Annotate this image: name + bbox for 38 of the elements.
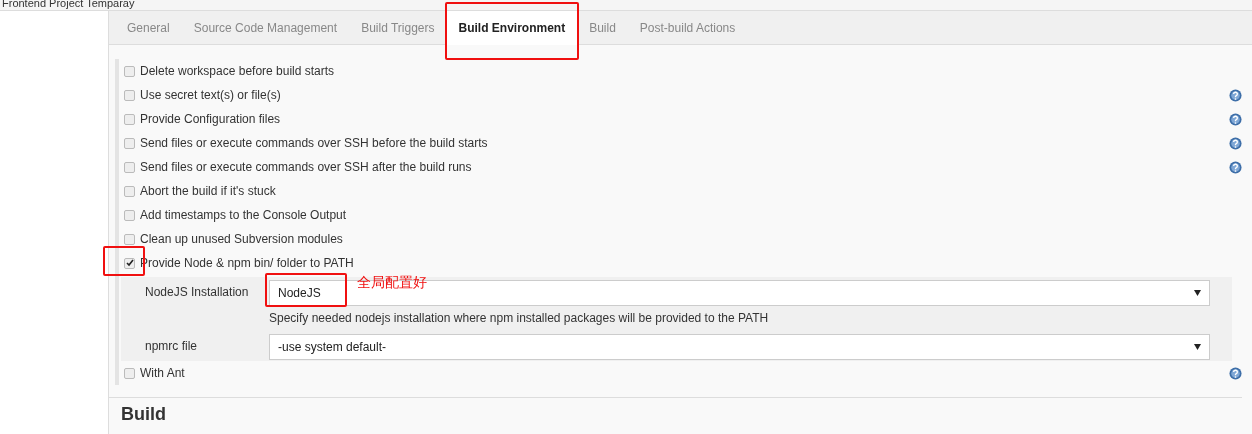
help-icon[interactable] [1229, 160, 1242, 174]
option-label: Abort the build if it's stuck [140, 184, 277, 198]
tab[interactable]: Build [577, 11, 628, 44]
dropdown[interactable]: -use system default- [269, 334, 1210, 360]
checkbox[interactable] [124, 89, 135, 101]
field-label: npmrc file [144, 338, 198, 355]
checkbox[interactable] [124, 65, 135, 77]
checkbox[interactable] [124, 367, 135, 379]
checkbox[interactable] [124, 137, 135, 149]
checkbox[interactable] [124, 113, 135, 125]
field-label: NodeJS Installation [144, 284, 250, 301]
option-label: Send files or execute commands over SSH before the build starts [140, 136, 489, 150]
option-label: Provide Configuration files [140, 112, 282, 126]
tab[interactable]: Post-build Actions [627, 11, 748, 44]
breadcrumb[interactable]: Frontend Project Temparay [2, 0, 135, 9]
help-icon[interactable] [1229, 88, 1242, 102]
checkbox[interactable] [124, 209, 135, 221]
checkbox[interactable] [124, 161, 135, 173]
tab[interactable]: Source Code Management [181, 11, 350, 44]
help-icon[interactable] [1229, 136, 1242, 150]
field-description: Specify needed nodejs installation where npm installed packages will be provided to the PATH [269, 310, 770, 327]
help-icon[interactable] [1229, 112, 1242, 126]
checkbox[interactable] [124, 185, 135, 197]
caret-icon [1194, 344, 1201, 350]
option-label: With Ant [140, 366, 186, 380]
tab[interactable]: General [115, 11, 182, 44]
option-label: Use secret text(s) or file(s) [140, 88, 282, 102]
option-label: Add timestamps to the Console Output [140, 208, 348, 222]
tab[interactable]: Build Triggers [349, 11, 447, 44]
checkbox[interactable] [124, 233, 135, 245]
option-label: Send files or execute commands over SSH after the build runs [140, 160, 473, 174]
option-label: Clean up unused Subversion modules [140, 232, 344, 246]
checkbox[interactable] [124, 257, 135, 269]
option-label: Delete workspace before build starts [140, 64, 336, 78]
help-icon[interactable] [1229, 366, 1242, 380]
tab[interactable]: Build Environment [446, 11, 578, 45]
caret-icon [1194, 290, 1201, 296]
section-heading: Build [121, 404, 167, 425]
